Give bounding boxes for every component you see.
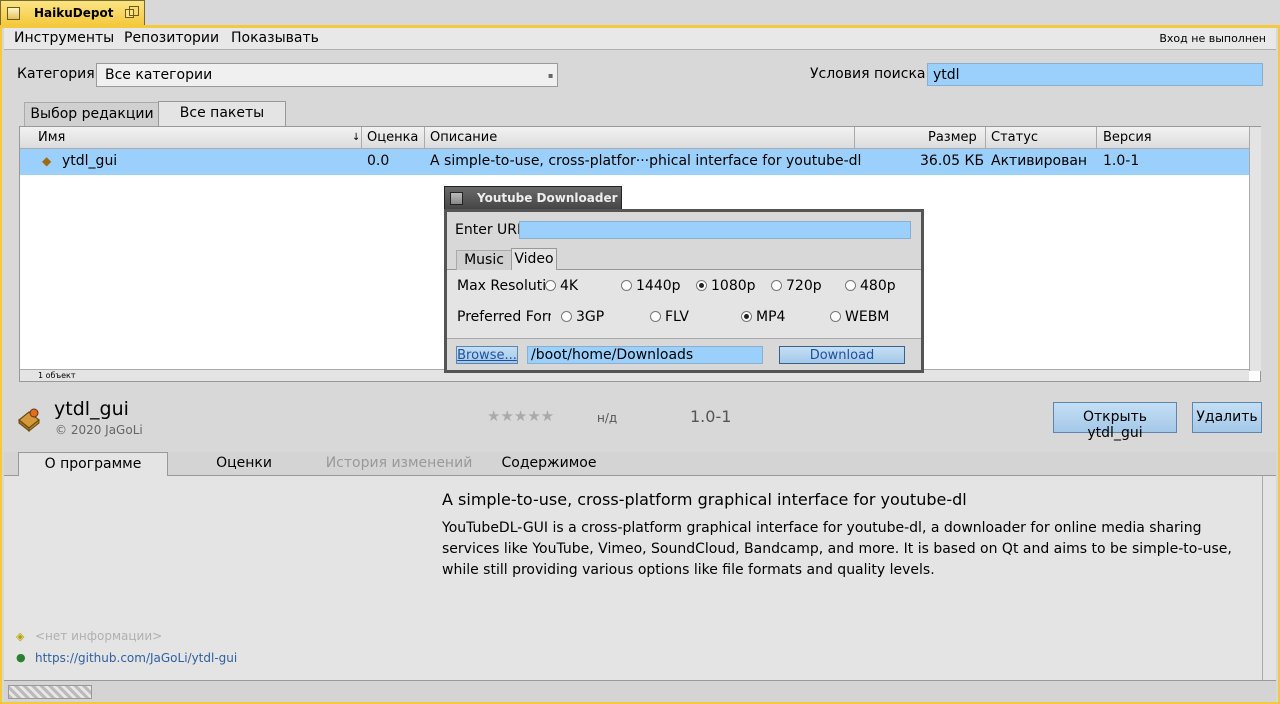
close-icon[interactable] bbox=[450, 192, 463, 205]
package-version: 1.0-1 bbox=[690, 407, 732, 426]
about-description: YouTubeDL-GUI is a cross-platform graphi… bbox=[442, 520, 1232, 578]
menu-repositories[interactable]: Репозитории bbox=[124, 30, 219, 46]
remove-package-button[interactable]: Удалить bbox=[1192, 402, 1262, 433]
item-count: 1 объект bbox=[38, 371, 76, 380]
browse-button[interactable]: Browse... bbox=[456, 346, 518, 364]
status-bar bbox=[4, 680, 1276, 702]
max-resolution-label: Max Resolution bbox=[457, 278, 551, 294]
download-path-input[interactable]: /boot/home/Downloads bbox=[527, 346, 763, 364]
tab-about[interactable]: О программе bbox=[18, 452, 168, 476]
dialog-title: Youtube Downloader bbox=[477, 191, 618, 205]
package-icon: ◆ bbox=[42, 154, 52, 168]
about-title: A simple-to-use, cross-platform graphica… bbox=[442, 490, 967, 509]
tab-featured[interactable]: Выбор редакции bbox=[24, 102, 160, 126]
tab-all-packages[interactable]: Все пакеты bbox=[158, 101, 286, 127]
zoom-icon[interactable] bbox=[125, 6, 139, 20]
category-select[interactable]: Все категории ▪ bbox=[96, 63, 558, 87]
column-rating[interactable]: Оценка bbox=[367, 130, 418, 145]
window-title: HaikuDepot bbox=[34, 6, 114, 20]
search-label: Условия поиска: bbox=[810, 66, 931, 82]
divider bbox=[447, 338, 921, 339]
row-size: 36.05 КБ bbox=[920, 153, 985, 169]
radio-flv[interactable]: FLV bbox=[650, 309, 689, 325]
category-value: Все категории bbox=[105, 67, 213, 83]
radio-mp4[interactable]: MP4 bbox=[741, 309, 785, 325]
url-label: Enter URL bbox=[455, 222, 525, 238]
radio-1440p[interactable]: 1440p bbox=[621, 278, 681, 294]
radio-1080p[interactable]: 1080p bbox=[696, 278, 756, 294]
menu-bar: Инструменты Репозитории Показывать Вход … bbox=[4, 28, 1276, 50]
rating-stars: ★★★★★ bbox=[487, 407, 555, 425]
login-status[interactable]: Вход не выполнен bbox=[1159, 32, 1266, 45]
tab-ratings[interactable]: Оценки bbox=[174, 452, 314, 476]
radio-720p[interactable]: 720p bbox=[771, 278, 822, 294]
menu-show[interactable]: Показывать bbox=[231, 30, 319, 46]
rating-value: н/д bbox=[597, 411, 618, 425]
row-version: 1.0-1 bbox=[1103, 153, 1140, 169]
progress-indicator bbox=[8, 685, 92, 699]
row-rating: 0.0 bbox=[367, 153, 390, 169]
video-options-panel: Max Resolution 4K 1440p 1080p 720p 480p … bbox=[447, 270, 921, 338]
about-vertical-scrollbar[interactable] bbox=[1262, 476, 1276, 680]
tab-video[interactable]: Video bbox=[511, 248, 557, 271]
table-row[interactable]: ◆ ytdl_gui 0.0 A simple-to-use, cross-pl… bbox=[20, 149, 1249, 175]
email-icon: ◈ bbox=[16, 630, 25, 643]
window-title-tab[interactable]: HaikuDepot bbox=[0, 0, 145, 25]
package-copyright: © 2020 JaGoLi bbox=[55, 423, 143, 437]
radio-3gp[interactable]: 3GP bbox=[561, 309, 604, 325]
column-size[interactable]: Размер bbox=[928, 130, 977, 145]
column-name[interactable]: Имя bbox=[38, 130, 65, 145]
column-status[interactable]: Статус bbox=[991, 130, 1038, 145]
menu-tools[interactable]: Инструменты bbox=[14, 30, 114, 46]
detail-tab-bar: О программе Оценки История изменений Сод… bbox=[4, 452, 1276, 476]
download-button[interactable]: Download bbox=[779, 346, 905, 364]
radio-480p[interactable]: 480p bbox=[845, 278, 896, 294]
close-icon[interactable] bbox=[7, 7, 20, 20]
dialog-title-tab[interactable]: Youtube Downloader bbox=[444, 186, 622, 210]
preferred-format-label: Preferred Format bbox=[457, 309, 551, 325]
dialog-tab-bar: Music Video bbox=[447, 248, 921, 271]
chevron-down-icon: ▪ bbox=[548, 71, 554, 80]
list-header: Имя ↓ Оценка Описание Размер Статус Верс… bbox=[20, 127, 1249, 149]
open-package-button[interactable]: Открыть ytdl_gui bbox=[1053, 402, 1177, 441]
column-version[interactable]: Версия bbox=[1103, 130, 1152, 145]
publisher-email: <нет информации> bbox=[35, 629, 163, 643]
url-input[interactable] bbox=[519, 221, 911, 239]
youtube-downloader-window: Enter URL Music Video Max Resolution 4K … bbox=[444, 209, 924, 373]
tab-changelog: История изменений bbox=[325, 455, 473, 471]
website-link[interactable]: https://github.com/JaGoLi/ytdl-gui bbox=[35, 651, 237, 665]
package-name: ytdl_gui bbox=[54, 398, 129, 420]
category-label: Категория: bbox=[17, 66, 100, 82]
row-name: ytdl_gui bbox=[62, 153, 118, 169]
radio-webm[interactable]: WEBM bbox=[830, 309, 889, 325]
search-input[interactable] bbox=[927, 63, 1263, 86]
package-icon bbox=[16, 406, 42, 433]
list-vertical-scrollbar[interactable] bbox=[1249, 127, 1261, 371]
tab-contents[interactable]: Содержимое bbox=[474, 452, 624, 476]
tab-music[interactable]: Music bbox=[456, 250, 512, 270]
column-description[interactable]: Описание bbox=[430, 130, 497, 145]
globe-icon: ● bbox=[16, 651, 26, 664]
sort-down-icon: ↓ bbox=[352, 132, 361, 143]
radio-4k[interactable]: 4K bbox=[545, 278, 578, 294]
row-description: A simple-to-use, cross-platfor···phical … bbox=[430, 153, 862, 169]
row-status: Активирован bbox=[991, 153, 1088, 169]
